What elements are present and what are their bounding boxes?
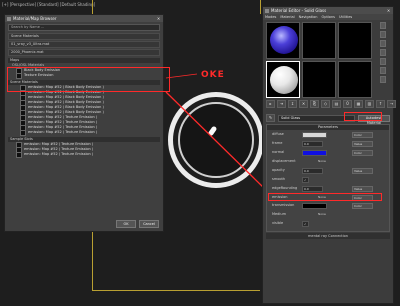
list-item[interactable]: emission: Map #52 ( Texture Emission ) xyxy=(8,129,160,136)
menu-options[interactable]: Options xyxy=(321,15,335,19)
frame-spinner[interactable]: 0.0 xyxy=(302,141,323,147)
browser-title: Material/Map Browser xyxy=(13,16,57,21)
side-toolbar xyxy=(380,22,386,83)
effects-channel-button[interactable]: 0 xyxy=(343,100,352,108)
highlight-box-osl xyxy=(7,67,170,92)
go-sibling-button[interactable]: → xyxy=(387,100,396,108)
diffuse-color-swatch[interactable] xyxy=(302,132,327,138)
sample-slot[interactable] xyxy=(302,61,336,98)
dialog-buttons: OK Cancel xyxy=(116,220,159,228)
param-mode-select[interactable]: Color xyxy=(352,203,373,209)
editor-title: Material Editor - Solid Glass xyxy=(271,8,327,13)
editor-toolbar: ▸ ⇥ ↧ ✕ ⎘ ◇ ▤ 0 ▦ ▥ ↑ → xyxy=(266,100,396,108)
material-preview-sphere xyxy=(270,26,298,54)
menu-utilities[interactable]: Utilities xyxy=(339,15,352,19)
param-mode-select[interactable]: Value xyxy=(352,141,373,147)
material-preview-sphere xyxy=(270,66,298,94)
app-icon xyxy=(265,8,269,13)
rollout-header[interactable]: Parameters xyxy=(267,125,389,130)
sample-slot[interactable] xyxy=(338,22,372,59)
param-label: edgeRounding xyxy=(272,186,298,190)
displacement-map-button[interactable]: None xyxy=(318,159,326,163)
highlight-box-material-type xyxy=(344,112,382,121)
param-label: transmission xyxy=(272,203,295,207)
param-mode-select[interactable]: Color xyxy=(352,132,373,138)
param-mode-select[interactable]: Color xyxy=(352,150,373,156)
cancel-button[interactable]: Cancel xyxy=(139,220,159,228)
backlight-button[interactable] xyxy=(380,31,386,38)
normal-color-swatch[interactable] xyxy=(302,150,327,156)
video-check-button[interactable] xyxy=(380,58,386,65)
copy-button[interactable]: ⎘ xyxy=(310,100,319,108)
material-map-browser[interactable]: Material/Map Browser ✕ Search by Name ..… xyxy=(4,14,164,232)
param-label: opacity xyxy=(272,168,285,172)
opacity-spinner[interactable]: 0.0 xyxy=(302,168,323,174)
pick-material-icon[interactable]: ✎ xyxy=(266,114,275,122)
sample-slots-grid xyxy=(266,22,374,100)
unique-button[interactable]: ◇ xyxy=(321,100,330,108)
sample-slot[interactable] xyxy=(266,22,300,59)
close-icon[interactable]: ✕ xyxy=(386,8,391,13)
options-button[interactable] xyxy=(380,76,386,83)
menu-navigation[interactable]: Navigation xyxy=(299,15,318,19)
param-mode-select[interactable]: Value xyxy=(352,186,373,192)
put-to-scene-button[interactable]: ⇥ xyxy=(277,100,286,108)
menu-bar: Modes Material Navigation Options Utilit… xyxy=(263,14,393,20)
edge-rounding-spinner[interactable]: 0.0 xyxy=(302,186,323,192)
highlight-box-emission xyxy=(268,193,382,201)
browser-row[interactable]: 01_vray_v3_Ultra.mat xyxy=(8,41,160,48)
browser-row[interactable]: 2000_Phoenix.mat xyxy=(8,49,160,56)
map-swatch xyxy=(20,129,26,136)
sample-type-button[interactable] xyxy=(380,22,386,29)
sample-slot[interactable] xyxy=(302,22,336,59)
app-icon xyxy=(7,16,11,21)
show-in-viewport-button[interactable]: ▦ xyxy=(354,100,363,108)
show-end-result-button[interactable]: ▥ xyxy=(365,100,374,108)
param-label: displacement xyxy=(272,159,296,163)
go-parent-button[interactable]: ↑ xyxy=(376,100,385,108)
sample-slot-selected[interactable] xyxy=(266,61,300,98)
mental-ray-connection-rollout[interactable]: mental ray Connection xyxy=(266,233,390,239)
close-icon[interactable]: ✕ xyxy=(156,16,161,21)
medium-map-button[interactable]: None xyxy=(318,212,326,216)
param-label: frame xyxy=(272,141,283,145)
map-swatch xyxy=(16,151,22,158)
browser-row[interactable]: Scene Materials xyxy=(8,33,160,40)
smooth-checkbox[interactable]: ✓ xyxy=(302,177,309,183)
ok-button[interactable]: OK xyxy=(116,220,136,228)
sample-slot[interactable] xyxy=(338,61,372,98)
param-label: normal xyxy=(272,150,285,154)
background-button[interactable] xyxy=(380,40,386,47)
param-label: smooth xyxy=(272,177,286,181)
transmission-color-swatch[interactable] xyxy=(302,203,327,209)
param-label: Medium xyxy=(272,212,286,216)
param-label: diffuse xyxy=(272,132,284,136)
make-preview-button[interactable] xyxy=(380,67,386,74)
menu-modes[interactable]: Modes xyxy=(265,15,276,19)
get-material-button[interactable]: ▸ xyxy=(266,100,275,108)
annotation-ok-label: OKE xyxy=(201,70,225,80)
reset-button[interactable]: ✕ xyxy=(299,100,308,108)
param-label: visible xyxy=(272,221,284,225)
assign-material-button[interactable]: ↧ xyxy=(288,100,297,108)
menu-material[interactable]: Material xyxy=(280,15,294,19)
editor-titlebar[interactable]: Material Editor - Solid Glass ✕ xyxy=(263,7,393,14)
search-input[interactable]: Search by Name ... xyxy=(8,24,160,31)
scene-materials-list: emission: Map #52 ( Black Body Emission … xyxy=(5,84,163,136)
param-mode-select[interactable]: Value xyxy=(352,168,373,174)
visible-checkbox[interactable]: ✓ xyxy=(302,221,309,227)
library-button[interactable]: ▤ xyxy=(332,100,341,108)
browser-titlebar[interactable]: Material/Map Browser ✕ xyxy=(5,15,163,22)
list-item[interactable]: emission: Map #52 ( Texture Emission ) xyxy=(8,151,160,158)
uv-tiling-button[interactable] xyxy=(380,49,386,56)
